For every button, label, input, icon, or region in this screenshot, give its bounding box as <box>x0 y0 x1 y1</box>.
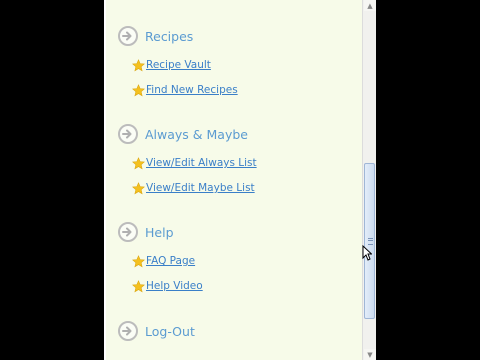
link-label[interactable]: FAQ Page <box>146 255 195 267</box>
star-icon <box>132 156 145 169</box>
arrow-right-icon <box>118 321 138 341</box>
link-label[interactable]: View/Edit Always List <box>146 157 257 169</box>
link-label[interactable]: View/Edit Maybe List <box>146 182 255 194</box>
section-title: Log-Out <box>145 323 195 339</box>
star-icon <box>132 83 145 96</box>
link-faq-page[interactable]: FAQ Page <box>132 253 195 269</box>
section-title: Always & Maybe <box>145 126 248 142</box>
menu-panel: Recipes Recipe Vault Find New Recipes Al… <box>106 0 362 360</box>
section-help[interactable]: Help <box>118 220 174 244</box>
link-label[interactable]: Help Video <box>146 280 203 292</box>
grip-icon <box>368 238 373 245</box>
link-view-edit-always-list[interactable]: View/Edit Always List <box>132 155 257 171</box>
star-icon <box>132 279 145 292</box>
link-view-edit-maybe-list[interactable]: View/Edit Maybe List <box>132 180 255 196</box>
section-title: Help <box>145 224 174 240</box>
browser-frame: Recipes Recipe Vault Find New Recipes Al… <box>104 0 376 360</box>
link-help-video[interactable]: Help Video <box>132 278 203 294</box>
vertical-scrollbar[interactable]: ▲ ▼ <box>362 0 376 360</box>
star-icon <box>132 254 145 267</box>
scrollbar-thumb[interactable] <box>364 163 375 319</box>
scroll-down-arrow-icon[interactable]: ▼ <box>364 349 376 360</box>
arrow-right-icon <box>118 222 138 242</box>
mouse-cursor-icon <box>362 245 372 261</box>
scroll-up-arrow-icon[interactable]: ▲ <box>364 0 376 11</box>
section-recipes[interactable]: Recipes <box>118 24 193 48</box>
section-always-maybe[interactable]: Always & Maybe <box>118 122 248 146</box>
section-title: Recipes <box>145 28 194 44</box>
section-log-out[interactable]: Log-Out <box>118 319 195 343</box>
link-recipe-vault[interactable]: Recipe Vault <box>132 57 211 73</box>
link-label[interactable]: Recipe Vault <box>146 59 211 71</box>
star-icon <box>132 181 145 194</box>
link-find-new-recipes[interactable]: Find New Recipes <box>132 82 238 98</box>
arrow-right-icon <box>118 124 138 144</box>
arrow-right-icon <box>118 26 138 46</box>
star-icon <box>132 58 145 71</box>
link-label[interactable]: Find New Recipes <box>146 84 238 96</box>
